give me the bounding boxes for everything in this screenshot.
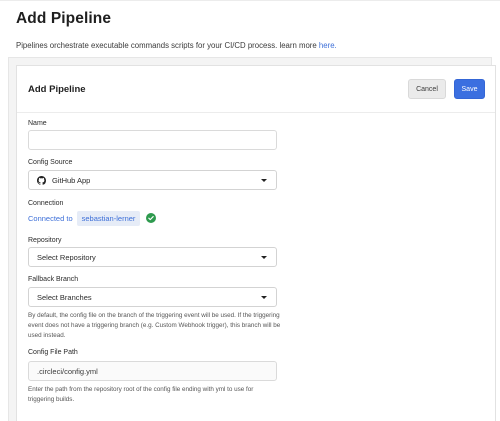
save-button[interactable]: Save (454, 79, 485, 99)
fallback-branch-value: Select Branches (37, 292, 92, 302)
chevron-down-icon (261, 179, 267, 182)
connection-status: Connected to sebastian-lerner (28, 210, 157, 226)
config-file-path-help: Enter the path from the repository root … (28, 386, 254, 403)
chevron-down-icon (261, 256, 267, 259)
github-icon (37, 175, 46, 185)
card-header: Add Pipeline Cancel Save (17, 66, 495, 113)
fallback-branch-label: Fallback Branch (28, 276, 79, 283)
name-label: Name (28, 120, 47, 127)
add-pipeline-card: Add Pipeline Cancel Save Name Config Sou… (16, 65, 496, 421)
config-file-path-label: Config File Path (28, 349, 78, 356)
fallback-branch-select[interactable]: Select Branches (28, 287, 277, 307)
connected-user[interactable]: sebastian-lerner (76, 210, 141, 226)
connected-to-text: Connected to (28, 213, 73, 223)
repository-value: Select Repository (37, 252, 96, 262)
config-source-label: Config Source (28, 159, 73, 166)
name-input[interactable] (28, 130, 277, 150)
config-source-select[interactable]: GitHub App (28, 170, 277, 190)
card-title: Add Pipeline (28, 84, 86, 95)
cancel-button[interactable]: Cancel (408, 79, 446, 99)
config-source-value: GitHub App (52, 175, 91, 185)
fallback-branch-help: By default, the config file on the branc… (28, 312, 281, 339)
check-circle-icon (146, 213, 157, 223)
page-description-text: Pipelines orchestrate executable command… (16, 41, 317, 50)
repository-label: Repository (28, 237, 62, 244)
page-title: Add Pipeline (16, 10, 112, 27)
repository-select[interactable]: Select Repository (28, 247, 277, 267)
config-file-path-input[interactable]: .circleci/config.yml (28, 361, 277, 381)
page-description: Pipelines orchestrate executable command… (16, 41, 337, 50)
chevron-down-icon (261, 296, 267, 299)
top-divider (0, 0, 500, 1)
connection-label: Connection (28, 200, 64, 207)
learn-more-link[interactable]: here. (319, 41, 337, 50)
